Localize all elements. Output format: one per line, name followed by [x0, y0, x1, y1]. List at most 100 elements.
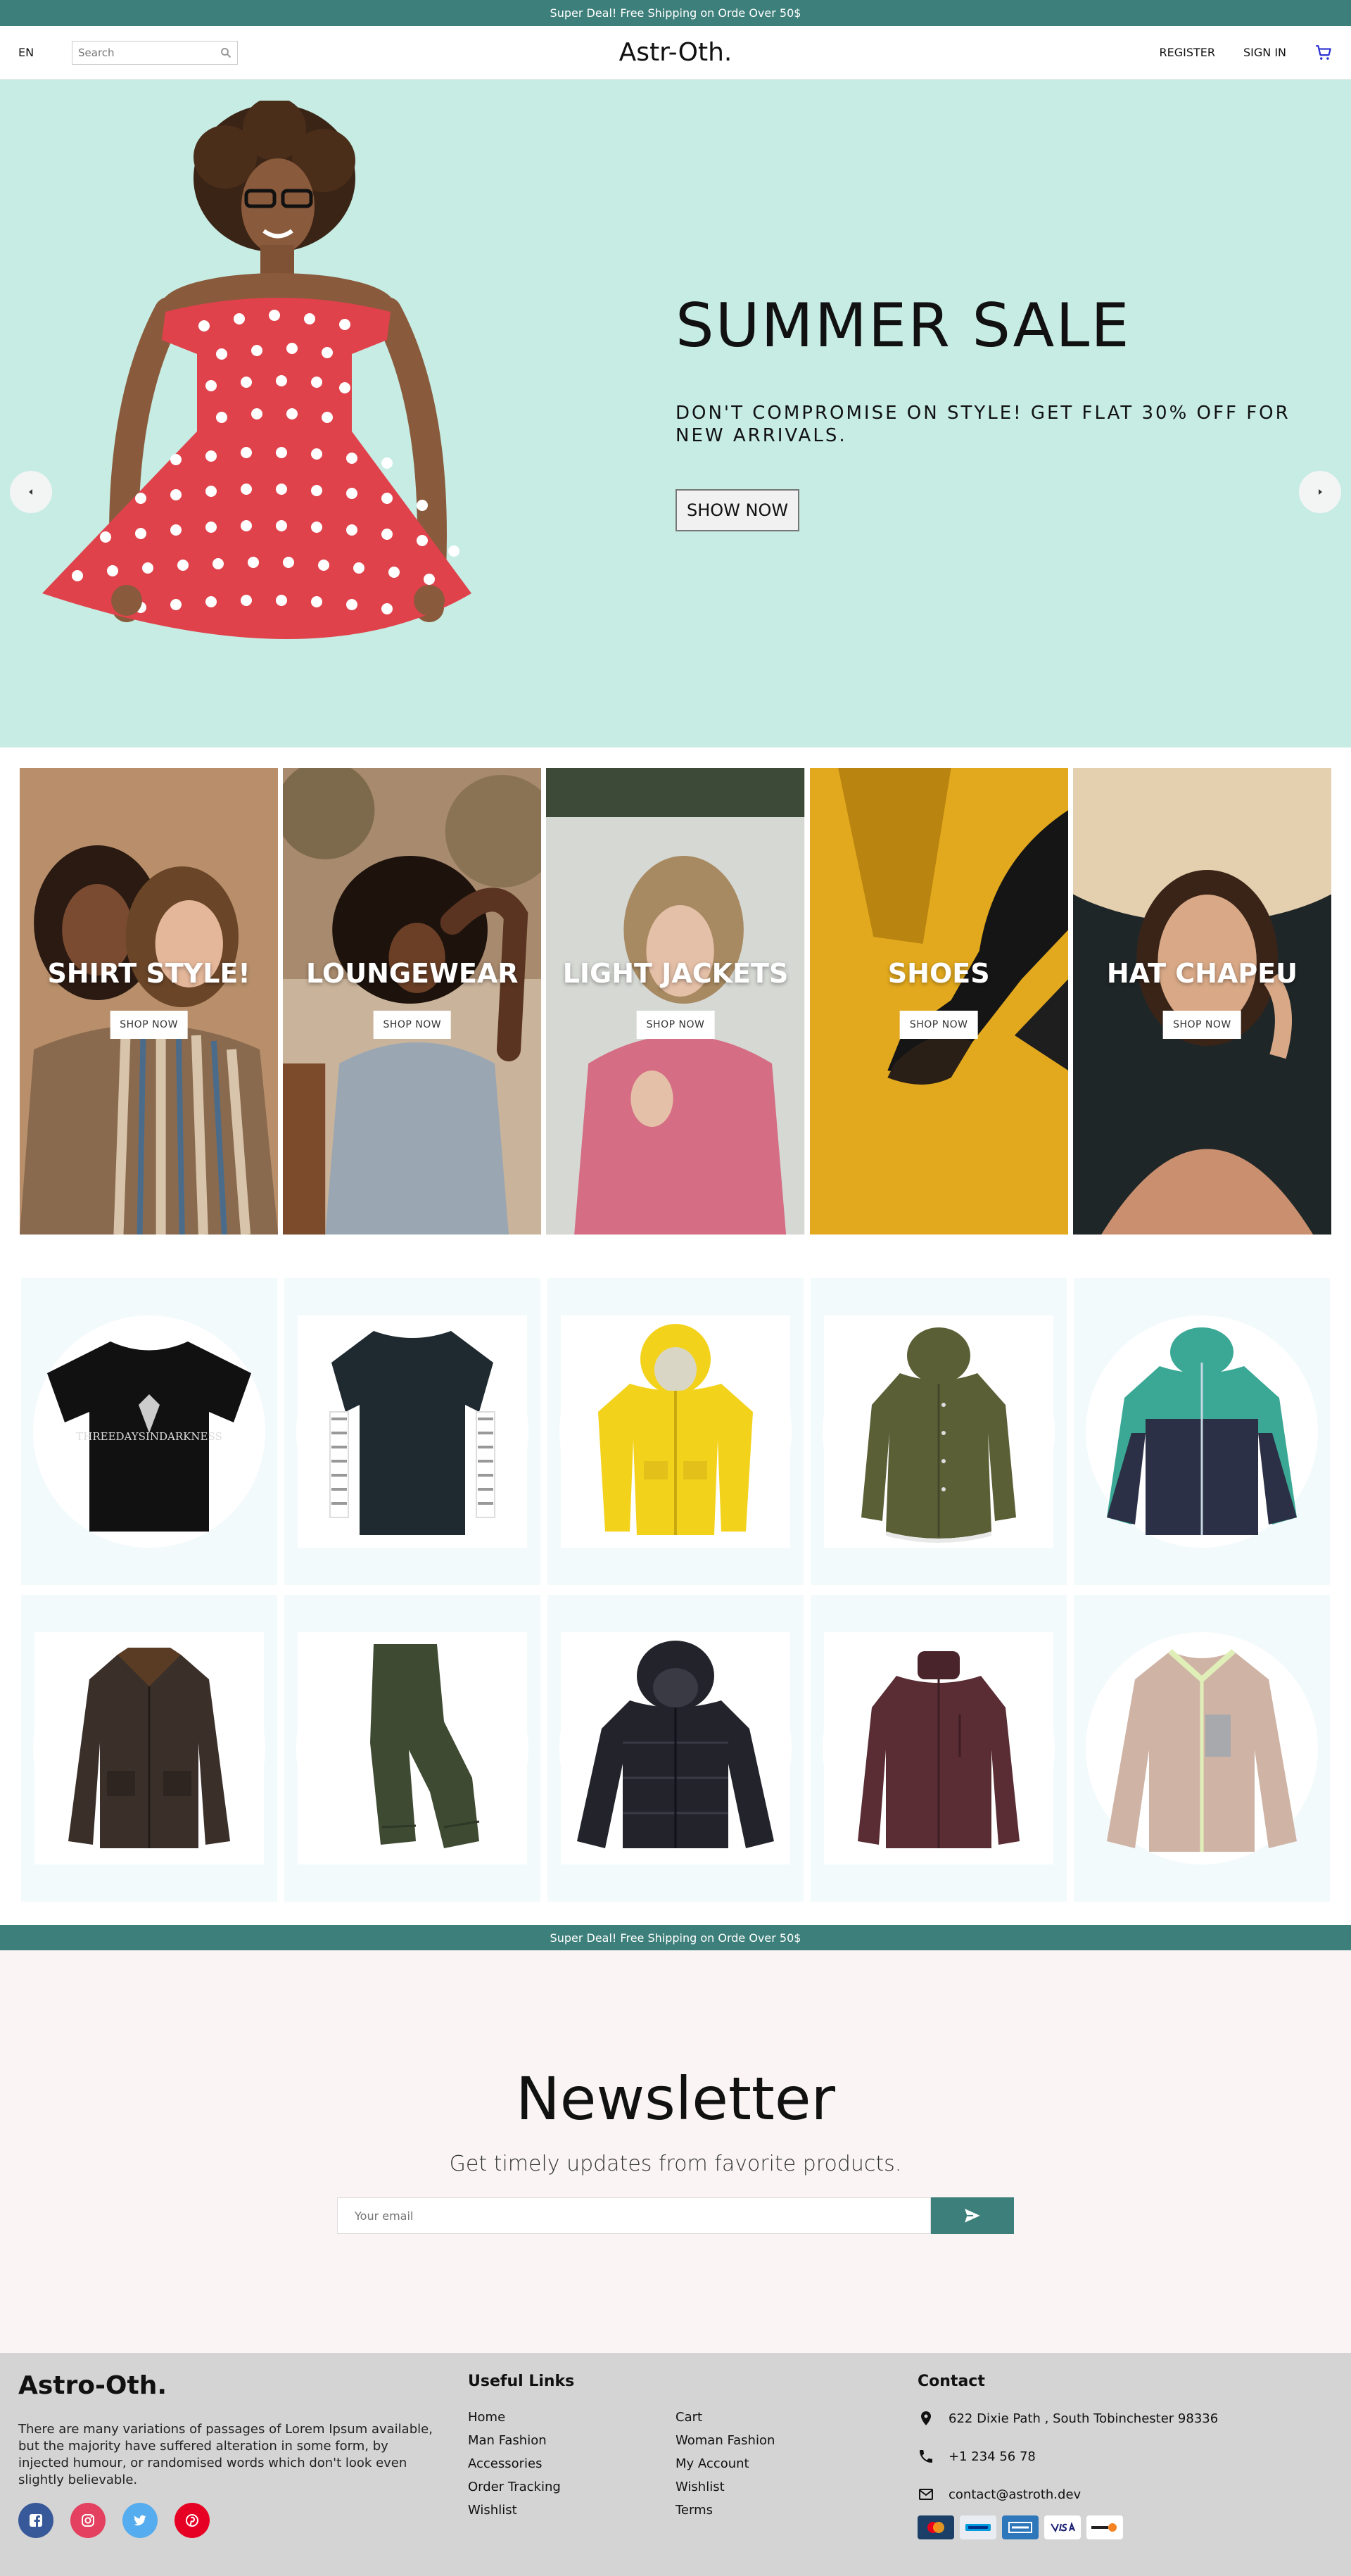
footer-link-order-tracking[interactable]: Order Tracking: [468, 2480, 676, 2494]
arrow-left-icon: [29, 489, 32, 495]
olive-pants-image: [370, 1644, 480, 1848]
address-text: 622 Dixie Path , South Tobinchester 9833…: [949, 2411, 1219, 2426]
burgundy-shell-jacket-image: [858, 1651, 1020, 1848]
payment-methods: [918, 2515, 1326, 2539]
footer-link-my-account[interactable]: My Account: [676, 2456, 883, 2471]
product-frame: [298, 1315, 527, 1548]
category-title: LIGHT JACKETS: [562, 958, 789, 989]
category-card-hat-chapeu[interactable]: HAT CHAPEU SHOP NOW: [1072, 768, 1332, 1235]
send-icon: [965, 2209, 980, 2223]
contact-phone: +1 234 56 78: [918, 2448, 1326, 2465]
announcement-bar: Super Deal! Free Shipping on Orde Over 5…: [0, 0, 1351, 26]
footer-link-wishlist-2[interactable]: Wishlist: [468, 2503, 676, 2518]
category-title: SHIRT STYLE!: [47, 958, 250, 989]
category-image: [283, 768, 542, 1235]
product-grid: THREEDAYSINDARKNESS: [21, 1278, 1330, 1902]
discover-icon: [1086, 2515, 1123, 2539]
yellow-rain-jacket-image: [598, 1324, 753, 1535]
logo-text[interactable]: Astr-Oth.: [619, 38, 732, 67]
footer-link-wishlist[interactable]: Wishlist: [676, 2480, 883, 2494]
language-selector[interactable]: EN: [18, 46, 53, 59]
product-frame: [34, 1632, 264, 1864]
footer-link-man-fashion[interactable]: Man Fashion: [468, 2433, 676, 2448]
announcement-text: Super Deal! Free Shipping on Orde Over 5…: [550, 1931, 801, 1945]
footer-link-terms[interactable]: Terms: [676, 2503, 883, 2518]
category-card-shirt-style[interactable]: SHIRT STYLE! SHOP NOW: [20, 768, 279, 1235]
product-frame: [298, 1632, 527, 1864]
newsletter-section: Newsletter Get timely updates from favor…: [0, 1950, 1351, 2353]
black-graphic-tshirt-image: THREEDAYSINDARKNESS: [47, 1341, 251, 1532]
email-text[interactable]: contact@astroth.dev: [949, 2487, 1081, 2502]
product-card[interactable]: THREEDAYSINDARKNESS: [21, 1278, 277, 1585]
register-link[interactable]: REGISTER: [1159, 46, 1215, 59]
footer-about: Astro-Oth. There are many variations of …: [18, 2371, 440, 2538]
visa-icon: [1044, 2515, 1081, 2539]
shop-now-button[interactable]: SHOP NOW: [899, 1011, 978, 1039]
show-now-button[interactable]: SHOW NOW: [676, 489, 800, 531]
product-card[interactable]: [284, 1595, 540, 1902]
facebook-icon[interactable]: [18, 2503, 53, 2538]
footer-link-cart[interactable]: Cart: [676, 2410, 883, 2425]
olive-parka-image: [861, 1327, 1016, 1543]
slider-prev-button[interactable]: [10, 471, 52, 513]
category-image: [20, 768, 279, 1235]
contact-list: 622 Dixie Path , South Tobinchester 9833…: [918, 2410, 1326, 2503]
teal-navy-jacket-image: [1107, 1327, 1297, 1535]
footer-link-home[interactable]: Home: [468, 2410, 676, 2425]
slider-next-button[interactable]: [1299, 471, 1341, 513]
search-box: [72, 40, 238, 65]
phone-text[interactable]: +1 234 56 78: [949, 2449, 1036, 2464]
layered-longsleeve-tee-image: [329, 1331, 495, 1535]
footer-link-accessories[interactable]: Accessories: [468, 2456, 676, 2471]
announcement-text: Super Deal! Free Shipping on Orde Over 5…: [550, 6, 801, 20]
navbar: EN Astr-Oth. REGISTER SIGN IN: [0, 26, 1351, 80]
shopping-cart-icon[interactable]: [1314, 44, 1333, 62]
instagram-icon[interactable]: [70, 2503, 106, 2538]
product-card[interactable]: [21, 1595, 277, 1902]
email-input[interactable]: [337, 2197, 931, 2234]
category-image: [546, 768, 805, 1235]
contact-email: contact@astroth.dev: [918, 2486, 1326, 2503]
category-title: SHOES: [887, 958, 990, 989]
useful-links-title: Useful Links: [468, 2373, 575, 2390]
shop-now-button[interactable]: SHOP NOW: [1163, 1011, 1241, 1039]
subscribe-button[interactable]: [931, 2197, 1014, 2234]
shop-now-button[interactable]: SHOP NOW: [110, 1011, 188, 1039]
hero-text: SUMMER SALE DON'T COMPROMISE ON STYLE! G…: [676, 291, 1309, 531]
pinterest-icon[interactable]: [175, 2503, 210, 2538]
product-card[interactable]: [1074, 1595, 1330, 1902]
product-card[interactable]: [284, 1278, 540, 1585]
product-card[interactable]: [1074, 1278, 1330, 1585]
paypal-icon: [960, 2515, 996, 2539]
contact-address: 622 Dixie Path , South Tobinchester 9833…: [918, 2410, 1326, 2427]
category-card-loungewear[interactable]: LOUNGEWEAR SHOP NOW: [283, 768, 542, 1235]
shop-now-button[interactable]: SHOP NOW: [636, 1011, 715, 1039]
location-pin-icon: [921, 2411, 931, 2425]
arrow-right-icon: [1319, 489, 1322, 495]
announcement-bar-bottom: Super Deal! Free Shipping on Orde Over 5…: [0, 1925, 1351, 1950]
product-frame: [561, 1315, 790, 1548]
newsletter-title: Newsletter: [515, 2064, 836, 2133]
nav-actions: REGISTER SIGN IN: [1159, 44, 1333, 62]
product-card[interactable]: [811, 1278, 1067, 1585]
useful-links-list: Home Cart Man Fashion Woman Fashion Acce…: [468, 2410, 890, 2518]
product-card[interactable]: [547, 1278, 804, 1585]
product-frame: [561, 1632, 790, 1864]
shop-now-button[interactable]: SHOP NOW: [373, 1011, 452, 1039]
category-title: HAT CHAPEU: [1106, 958, 1298, 989]
search-icon[interactable]: [220, 47, 231, 58]
footer-link-woman-fashion[interactable]: Woman Fashion: [676, 2433, 883, 2448]
category-card-shoes[interactable]: SHOES SHOP NOW: [809, 768, 1068, 1235]
product-card[interactable]: [547, 1595, 804, 1902]
category-title: LOUNGEWEAR: [306, 958, 519, 989]
footer: Astro-Oth. There are many variations of …: [0, 2353, 1351, 2576]
footer-brand: Astro-Oth.: [18, 2371, 167, 2400]
category-card-light-jackets[interactable]: LIGHT JACKETS SHOP NOW: [546, 768, 805, 1235]
twitter-icon[interactable]: [122, 2503, 158, 2538]
category-image: [1072, 768, 1332, 1235]
newsletter-subtitle: Get timely updates from favorite product…: [449, 2152, 902, 2176]
sign-in-link[interactable]: SIGN IN: [1243, 46, 1286, 59]
hero-description: DON'T COMPROMISE ON STYLE! GET FLAT 30% …: [676, 403, 1290, 446]
product-card[interactable]: [811, 1595, 1067, 1902]
search-input[interactable]: [78, 46, 212, 59]
